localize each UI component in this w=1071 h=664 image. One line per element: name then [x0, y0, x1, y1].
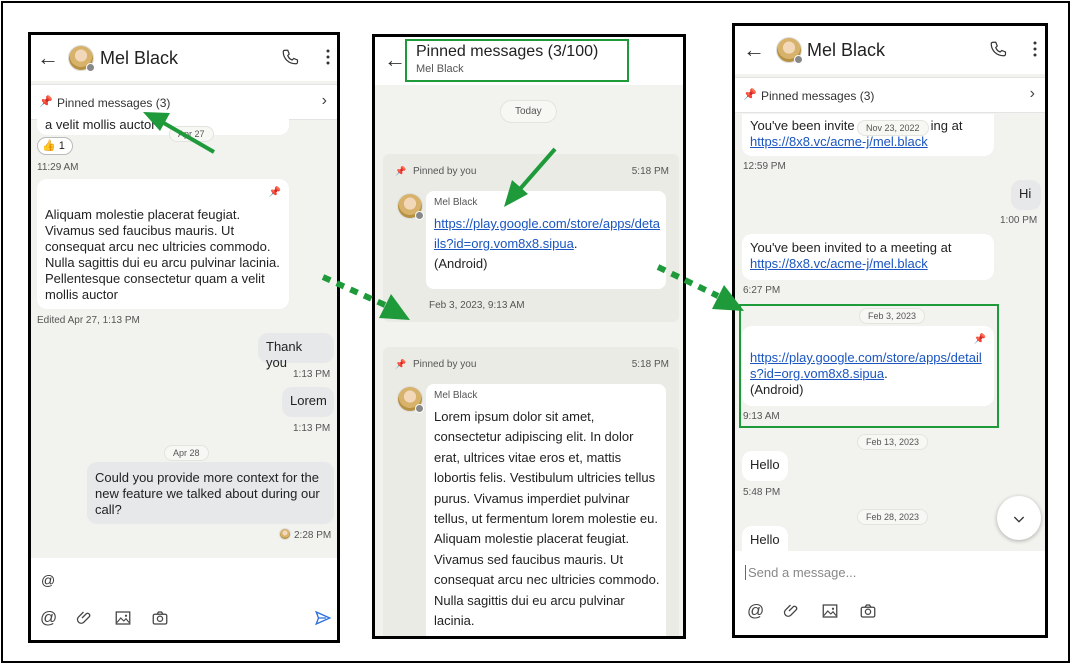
- arrow-to-pinned-bar-icon: [143, 112, 215, 154]
- dotted-arrow-middle-to-right-icon: [656, 264, 744, 311]
- arrow-to-pinned-message-icon: [504, 147, 557, 207]
- dotted-arrow-left-to-middle-icon: [321, 274, 410, 320]
- annotation-arrows: [143, 112, 744, 320]
